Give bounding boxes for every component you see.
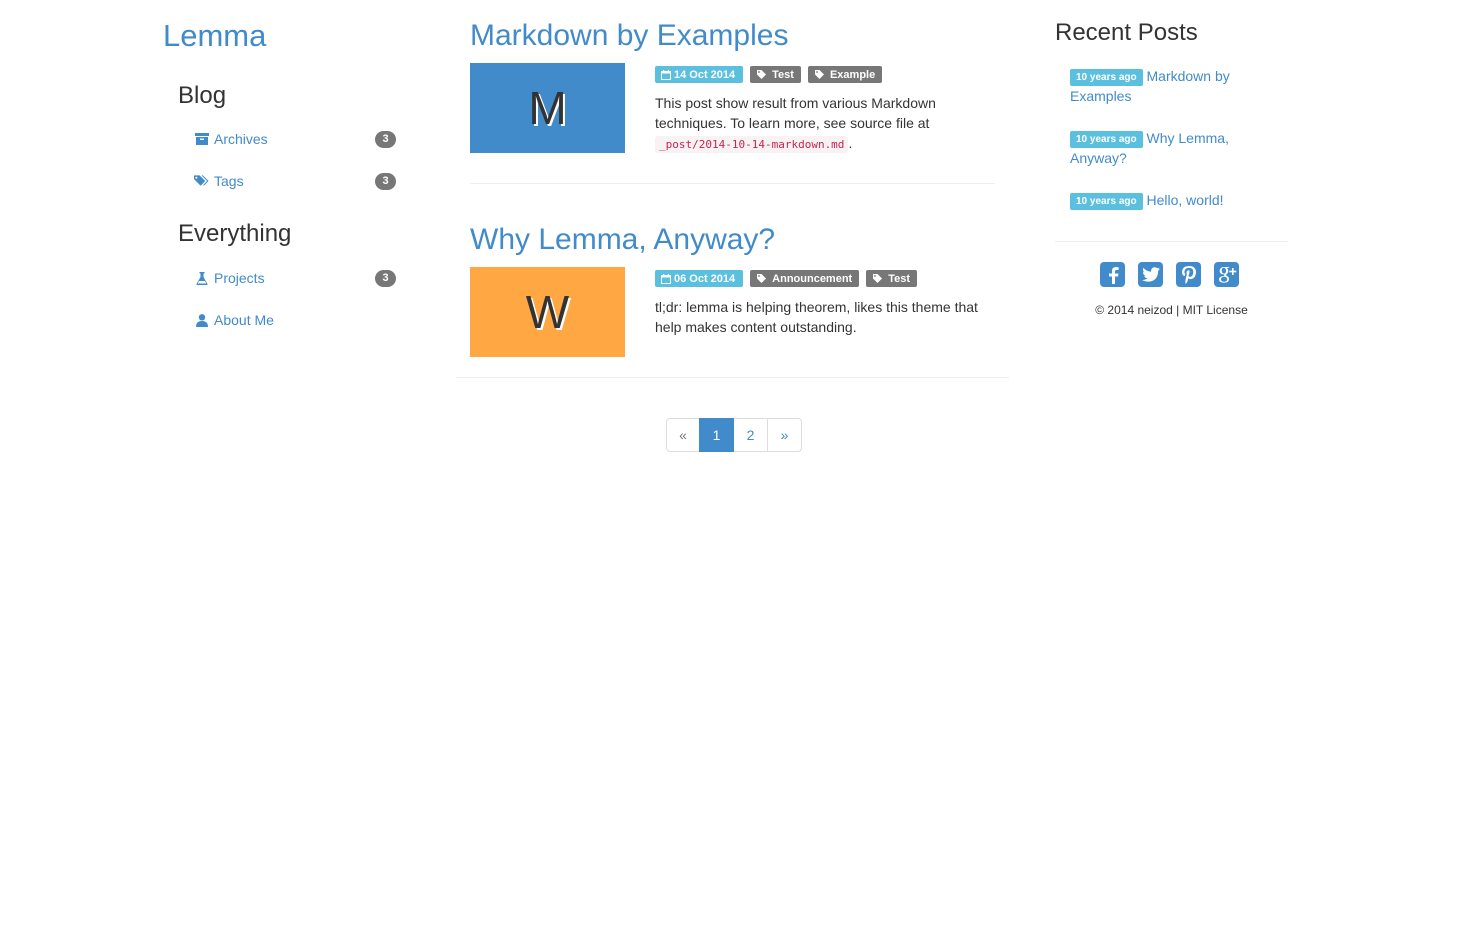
recent-post-item: 10 years ago Why Lemma, Anyway? — [1070, 128, 1270, 168]
post-thumbnail[interactable]: W — [470, 267, 625, 357]
everything-heading: Everything — [178, 220, 292, 247]
post-meta: 14 Oct 2014 Test Example — [655, 66, 883, 83]
count-badge: 3 — [375, 130, 396, 148]
excerpt-code: _post/2014-10-14-markdown.md — [655, 136, 849, 153]
tags-icon — [194, 174, 209, 189]
tag-badge-test[interactable]: Test — [866, 270, 918, 287]
sidebar-item-label: Projects — [214, 270, 265, 286]
site-title-link[interactable]: Lemma — [163, 18, 266, 54]
post-title-link[interactable]: Why Lemma, Anyway? — [470, 222, 775, 258]
count-badge: 3 — [375, 172, 396, 190]
pagination-prev-button[interactable]: « — [666, 418, 700, 452]
tag-icon — [814, 70, 824, 79]
sidebar-item-about-me[interactable]: About Me — [194, 309, 396, 331]
sidebar-item-projects[interactable]: Projects 3 — [194, 267, 396, 289]
tag-icon — [757, 70, 767, 79]
post-title-link[interactable]: Markdown by Examples — [470, 18, 788, 54]
tag-badge-test[interactable]: Test — [750, 66, 801, 83]
time-ago-badge: 10 years ago — [1070, 193, 1143, 210]
recent-post-item: 10 years ago Hello, world! — [1070, 190, 1270, 210]
social-links — [1100, 262, 1239, 287]
footer-copyright: © 2014 neizod | MIT License — [1095, 303, 1248, 317]
recent-posts-heading: Recent Posts — [1055, 19, 1198, 46]
blog-heading: Blog — [178, 82, 227, 109]
user-icon — [194, 313, 209, 328]
pagination-page-1[interactable]: 1 — [699, 418, 734, 452]
excerpt-text: This post show result from various Markd… — [655, 95, 936, 131]
post-thumbnail[interactable]: M — [470, 63, 625, 153]
pagination-next-button[interactable]: » — [767, 418, 802, 452]
tag-label: Test — [888, 272, 911, 285]
post-meta: 06 Oct 2014 Announcement Test — [655, 270, 918, 287]
post-excerpt: tl;dr: lemma is helping theorem, likes t… — [655, 299, 978, 335]
tag-label: Announcement — [772, 272, 853, 285]
calendar-icon — [661, 273, 671, 284]
thumbnail-letter: M — [528, 82, 567, 134]
calendar-icon — [661, 69, 671, 80]
twitter-icon[interactable] — [1138, 262, 1163, 287]
time-ago-badge: 10 years ago — [1070, 69, 1143, 86]
tag-icon — [873, 274, 883, 283]
flask-icon — [194, 271, 209, 286]
sidebar-divider — [1055, 241, 1288, 242]
archive-icon — [194, 132, 209, 147]
sidebar-item-label: About Me — [214, 312, 274, 328]
date-badge: 06 Oct 2014 — [655, 270, 744, 287]
facebook-icon[interactable] — [1100, 262, 1125, 287]
tag-badge-announcement[interactable]: Announcement — [750, 270, 860, 287]
pagination: « 1 2 » — [666, 418, 802, 452]
pagination-page-2[interactable]: 2 — [733, 418, 768, 452]
count-badge: 3 — [375, 269, 396, 287]
sidebar-item-label: Archives — [214, 131, 268, 147]
date-badge: 14 Oct 2014 — [655, 66, 744, 83]
pinterest-icon[interactable] — [1176, 262, 1201, 287]
post-divider — [470, 183, 995, 184]
tag-label: Example — [829, 68, 876, 81]
google-plus-icon[interactable] — [1214, 262, 1239, 287]
post-divider — [456, 377, 1009, 378]
sidebar-item-label: Tags — [214, 173, 244, 189]
excerpt-end: . — [848, 135, 853, 151]
recent-post-item: 10 years ago Markdown by Examples — [1070, 66, 1270, 106]
sidebar-item-archives[interactable]: Archives 3 — [194, 128, 396, 150]
post-date: 06 Oct 2014 — [674, 272, 736, 285]
time-ago-badge: 10 years ago — [1070, 131, 1143, 148]
post-date: 14 Oct 2014 — [674, 68, 736, 81]
recent-post-link[interactable]: Hello, world! — [1147, 192, 1224, 208]
tag-icon — [757, 274, 767, 283]
post-excerpt: This post show result from various Markd… — [655, 93, 995, 155]
thumbnail-letter: W — [525, 286, 570, 338]
tag-badge-example[interactable]: Example — [807, 66, 883, 83]
sidebar-item-tags[interactable]: Tags 3 — [194, 170, 396, 192]
tag-label: Test — [772, 68, 794, 81]
